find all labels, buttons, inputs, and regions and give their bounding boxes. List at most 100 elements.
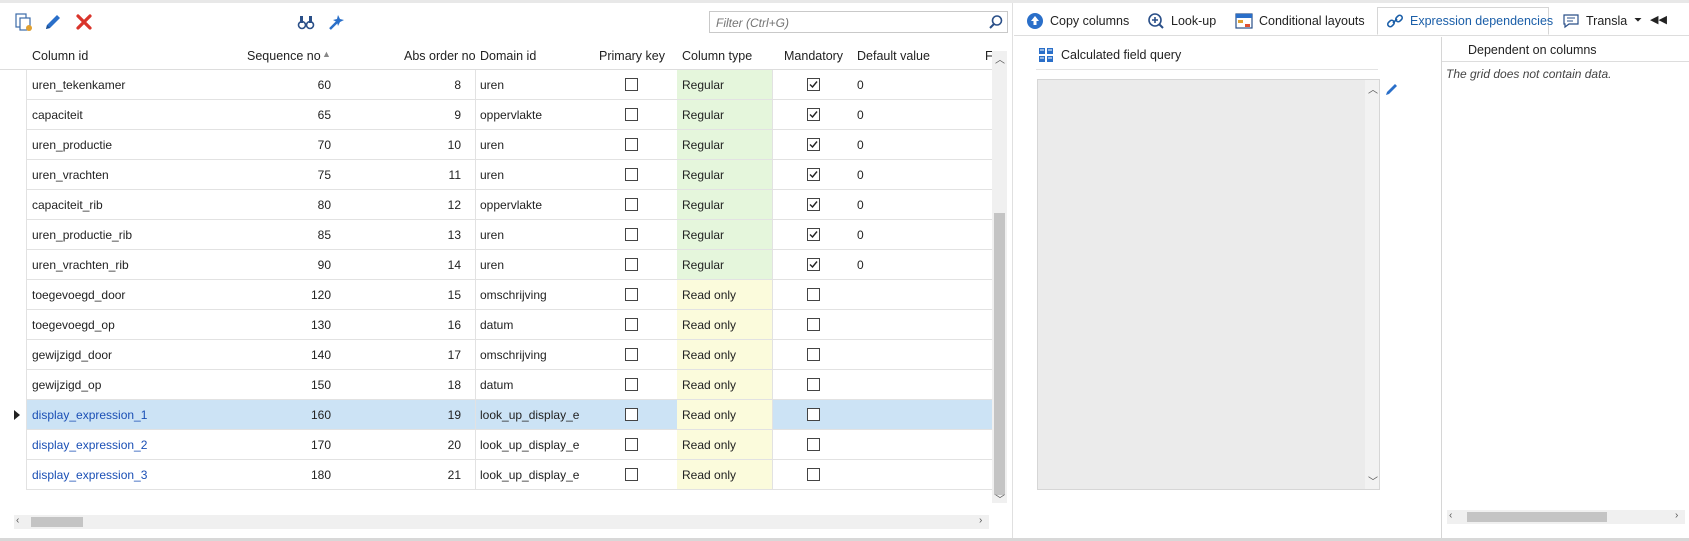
sequence-no-cell[interactable]: 170 bbox=[256, 438, 331, 452]
scroll-up-icon[interactable]: ︿ bbox=[995, 51, 1005, 66]
scroll-left-icon[interactable]: ‹ bbox=[16, 515, 19, 526]
table-row[interactable]: Read only display_expression_1 160 19 look_u… bbox=[26, 400, 992, 430]
abs-order-no-cell[interactable]: 9 bbox=[406, 108, 461, 122]
scrollbar-thumb[interactable] bbox=[31, 517, 83, 527]
dependent-horizontal-scrollbar[interactable]: ‹ › bbox=[1447, 510, 1685, 524]
column-id-cell[interactable]: gewijzigd_op bbox=[32, 378, 101, 392]
abs-order-no-cell[interactable]: 14 bbox=[406, 258, 461, 272]
scrollbar-thumb[interactable] bbox=[994, 213, 1005, 495]
domain-id-cell[interactable]: uren bbox=[480, 78, 600, 92]
table-row[interactable]: Regular capaciteit_rib 80 12 oppervlakte 0 bbox=[26, 190, 992, 220]
domain-id-cell[interactable]: omschrijving bbox=[480, 288, 600, 302]
header-domain-id[interactable]: Domain id bbox=[480, 49, 536, 63]
header-truncated-column[interactable]: Fo bbox=[985, 49, 992, 63]
mandatory-checkbox[interactable] bbox=[807, 108, 820, 121]
delete-icon[interactable] bbox=[73, 11, 95, 33]
tab-translations[interactable]: Transla bbox=[1562, 7, 1627, 35]
column-type-cell[interactable]: Read only bbox=[677, 400, 772, 429]
edit-query-pencil-icon[interactable] bbox=[1384, 81, 1400, 100]
primary-key-checkbox[interactable] bbox=[625, 258, 638, 271]
primary-key-checkbox[interactable] bbox=[625, 108, 638, 121]
column-id-cell[interactable]: toegevoegd_op bbox=[32, 318, 115, 332]
table-row[interactable]: Regular uren_productie 70 10 uren 0 bbox=[26, 130, 992, 160]
mandatory-checkbox[interactable] bbox=[807, 228, 820, 241]
domain-id-cell[interactable]: uren bbox=[480, 168, 600, 182]
table-row[interactable]: Regular uren_productie_rib 85 13 uren 0 bbox=[26, 220, 992, 250]
sequence-no-cell[interactable]: 160 bbox=[256, 408, 331, 422]
table-row[interactable]: Read only display_expression_2 170 20 look_u… bbox=[26, 430, 992, 460]
column-type-cell[interactable]: Read only bbox=[677, 340, 772, 369]
binoculars-icon[interactable] bbox=[295, 11, 317, 33]
scroll-down-icon[interactable]: ﹀ bbox=[1368, 473, 1378, 488]
sequence-no-cell[interactable]: 140 bbox=[256, 348, 331, 362]
column-type-cell[interactable]: Regular bbox=[677, 220, 772, 249]
mandatory-checkbox[interactable] bbox=[807, 258, 820, 271]
table-row[interactable]: Read only gewijzigd_op 150 18 datum bbox=[26, 370, 992, 400]
abs-order-no-cell[interactable]: 20 bbox=[406, 438, 461, 452]
column-type-cell[interactable]: Regular bbox=[677, 70, 772, 99]
mandatory-checkbox[interactable] bbox=[807, 168, 820, 181]
table-row[interactable]: Regular uren_vrachten_rib 90 14 uren 0 bbox=[26, 250, 992, 280]
tab-copy-columns[interactable]: Copy columns bbox=[1026, 7, 1129, 35]
scroll-right-icon[interactable]: › bbox=[1675, 510, 1678, 521]
sequence-no-cell[interactable]: 60 bbox=[256, 78, 331, 92]
primary-key-checkbox[interactable] bbox=[625, 468, 638, 481]
primary-key-checkbox[interactable] bbox=[625, 348, 638, 361]
sequence-no-cell[interactable]: 85 bbox=[256, 228, 331, 242]
mandatory-checkbox[interactable] bbox=[807, 78, 820, 91]
table-row[interactable]: Read only display_expression_3 180 21 look_u… bbox=[26, 460, 992, 490]
header-abs-order-no[interactable]: Abs order no bbox=[404, 49, 476, 63]
sequence-no-cell[interactable]: 80 bbox=[256, 198, 331, 212]
tab-overflow-dropdown-icon[interactable]: ⏷ bbox=[1634, 15, 1642, 26]
column-id-cell[interactable]: capaciteit bbox=[32, 108, 83, 122]
primary-key-checkbox[interactable] bbox=[625, 318, 638, 331]
column-id-cell[interactable]: uren_vrachten bbox=[32, 168, 109, 182]
column-type-cell[interactable]: Read only bbox=[677, 370, 772, 399]
tab-expression-dependencies[interactable]: Expression dependencies bbox=[1377, 7, 1553, 35]
domain-id-cell[interactable]: oppervlakte bbox=[480, 108, 600, 122]
column-type-cell[interactable]: Regular bbox=[677, 160, 772, 189]
mandatory-checkbox[interactable] bbox=[807, 438, 820, 451]
tab-look-up[interactable]: Look-up bbox=[1147, 7, 1216, 35]
mandatory-checkbox[interactable] bbox=[807, 198, 820, 211]
edit-pencil-icon[interactable] bbox=[42, 11, 64, 33]
mandatory-checkbox[interactable] bbox=[807, 378, 820, 391]
primary-key-checkbox[interactable] bbox=[625, 168, 638, 181]
table-row[interactable]: Regular uren_vrachten 75 11 uren 0 bbox=[26, 160, 992, 190]
table-row[interactable]: Read only toegevoegd_op 130 16 datum bbox=[26, 310, 992, 340]
primary-key-checkbox[interactable] bbox=[625, 228, 638, 241]
abs-order-no-cell[interactable]: 11 bbox=[406, 168, 461, 182]
copy-icon[interactable] bbox=[12, 11, 34, 33]
primary-key-checkbox[interactable] bbox=[625, 78, 638, 91]
column-id-cell[interactable]: uren_tekenkamer bbox=[32, 78, 125, 92]
column-type-cell[interactable]: Read only bbox=[677, 460, 772, 489]
column-type-cell[interactable]: Regular bbox=[677, 130, 772, 159]
scroll-up-icon[interactable]: ︿ bbox=[1368, 81, 1378, 96]
table-row[interactable]: Read only toegevoegd_door 120 15 omschrijvin… bbox=[26, 280, 992, 310]
domain-id-cell[interactable]: uren bbox=[480, 228, 600, 242]
dependent-on-columns-header[interactable]: Dependent on columns bbox=[1468, 43, 1597, 57]
column-id-cell[interactable]: uren_vrachten_rib bbox=[32, 258, 129, 272]
primary-key-checkbox[interactable] bbox=[625, 288, 638, 301]
column-id-cell[interactable]: display_expression_2 bbox=[32, 438, 147, 452]
abs-order-no-cell[interactable]: 8 bbox=[406, 78, 461, 92]
domain-id-cell[interactable]: uren bbox=[480, 258, 600, 272]
tab-conditional-layouts[interactable]: Conditional layouts bbox=[1235, 7, 1365, 35]
column-id-cell[interactable]: gewijzigd_door bbox=[32, 348, 112, 362]
abs-order-no-cell[interactable]: 10 bbox=[406, 138, 461, 152]
header-mandatory[interactable]: Mandatory bbox=[784, 49, 843, 63]
mandatory-checkbox[interactable] bbox=[807, 288, 820, 301]
abs-order-no-cell[interactable]: 21 bbox=[406, 468, 461, 482]
mandatory-checkbox[interactable] bbox=[807, 318, 820, 331]
column-type-cell[interactable]: Regular bbox=[677, 190, 772, 219]
wand-icon[interactable] bbox=[325, 11, 347, 33]
column-id-cell[interactable]: display_expression_3 bbox=[32, 468, 147, 482]
column-type-cell[interactable]: Regular bbox=[677, 250, 772, 279]
primary-key-checkbox[interactable] bbox=[625, 198, 638, 211]
editor-scrollbar[interactable]: ︿ ﹀ bbox=[1365, 80, 1379, 489]
column-type-cell[interactable]: Read only bbox=[677, 280, 772, 309]
domain-id-cell[interactable]: look_up_display_e bbox=[480, 468, 600, 482]
primary-key-checkbox[interactable] bbox=[625, 138, 638, 151]
sequence-no-cell[interactable]: 70 bbox=[256, 138, 331, 152]
default-value-cell[interactable]: 0 bbox=[857, 228, 864, 242]
